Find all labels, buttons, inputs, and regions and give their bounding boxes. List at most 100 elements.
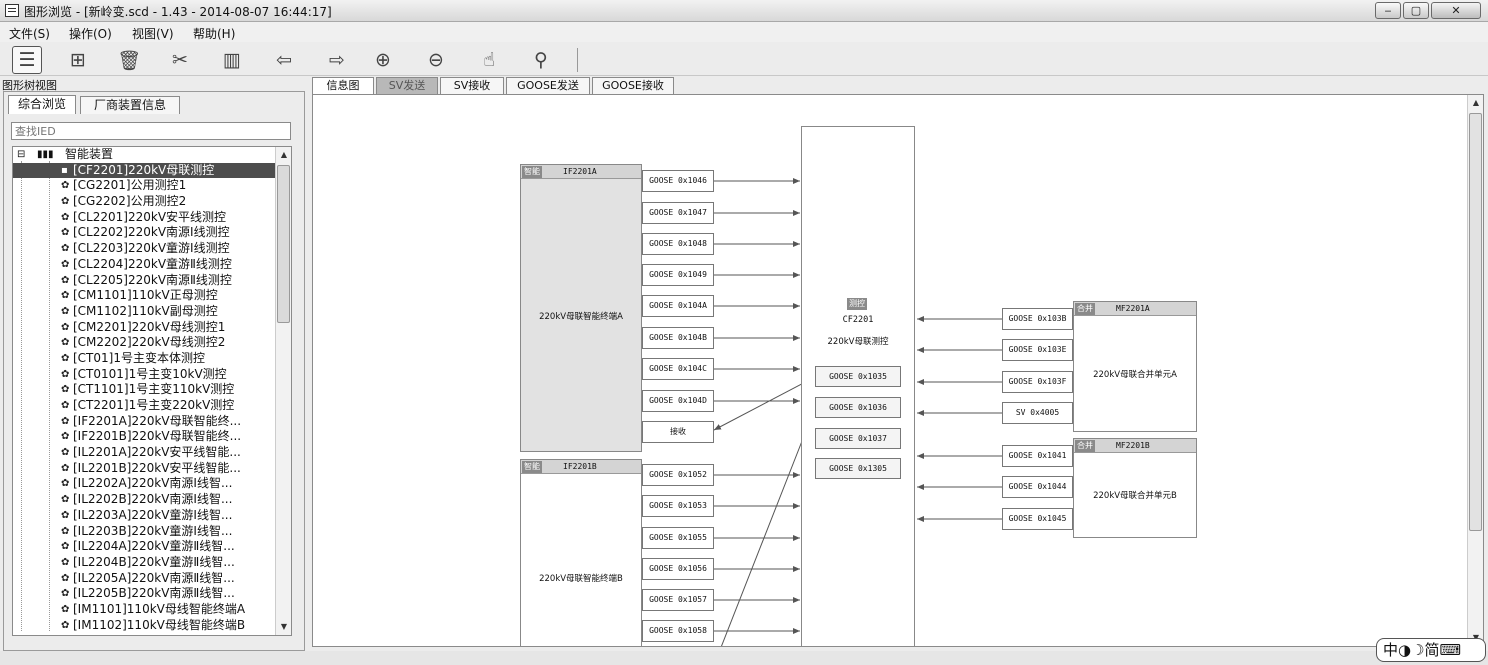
tree-item[interactable]: ✿ [CM1101]110kV正母测控 <box>13 288 291 304</box>
tree-item[interactable]: ✿ [IL2203A]220kV童游Ⅰ线智... <box>13 508 291 524</box>
device-if2201b[interactable]: 智能 IF2201B 220kV母联智能终端B <box>520 459 642 646</box>
tree-scroll-thumb[interactable] <box>277 165 290 323</box>
list-view-button[interactable]: ☰ <box>12 46 42 74</box>
goose-port[interactable]: GOOSE 0x1057 <box>642 589 714 611</box>
tab-goose-receive[interactable]: GOOSE接收 <box>592 77 674 94</box>
tree-item[interactable]: ✿ [IL2205A]220kV南源Ⅱ线智... <box>13 571 291 587</box>
scroll-up-icon[interactable]: ▲ <box>276 147 291 163</box>
device-mf2201a[interactable]: 合并 MF2201A 220kV母联合并单元A <box>1073 301 1197 432</box>
tree-item[interactable]: ✿ [CL2201]220kV安平线测控 <box>13 210 291 226</box>
goose-port[interactable]: GOOSE 0x1041 <box>1002 445 1073 467</box>
delete-button[interactable]: 🗑 <box>114 46 144 74</box>
goose-port[interactable]: GOOSE 0x104C <box>642 358 714 380</box>
sv-port[interactable]: SV 0x4005 <box>1002 402 1073 424</box>
tree-item[interactable]: ✿ [CT01]1号主变本体测控 <box>13 351 291 367</box>
tree-item[interactable]: ✿ [CM2201]220kV母线测控1 <box>13 320 291 336</box>
tree-item[interactable]: ✿ [IL2202A]220kV南源Ⅰ线智... <box>13 476 291 492</box>
device-tree[interactable]: ⊟ ▮▮▮ 智能装置 ▪ [CF2201]220kV母联测控 ✿ [CG2201]公用测控1… <box>12 146 292 636</box>
goose-port[interactable]: GOOSE 0x1046 <box>642 170 714 192</box>
goose-port[interactable]: GOOSE 0x104B <box>642 327 714 349</box>
goose-port[interactable]: GOOSE 0x103E <box>1002 339 1073 361</box>
tree-scrollbar[interactable]: ▲ ▼ <box>275 147 291 635</box>
tree-item[interactable]: ✿ [IM1101]110kV母线智能终端A <box>13 602 291 618</box>
goose-port[interactable]: GOOSE 0x1058 <box>642 620 714 642</box>
tree-item[interactable]: ✿ [CT0101]1号主变10kV测控 <box>13 367 291 383</box>
tree-item[interactable]: ✿ [CL2202]220kV南源Ⅰ线测控 <box>13 225 291 241</box>
canvas-scroll-thumb[interactable] <box>1469 113 1482 531</box>
goose-port[interactable]: GOOSE 0x1045 <box>1002 508 1073 530</box>
unlock-button[interactable]: ⊞ <box>63 46 93 74</box>
scroll-down-icon[interactable]: ▼ <box>276 619 291 635</box>
pan-button[interactable]: ☝ <box>474 46 504 74</box>
search-ied-input[interactable] <box>11 122 291 140</box>
tree-item[interactable]: ✿ [IL2205B]220kV南源Ⅱ线智... <box>13 586 291 602</box>
tab-sv-receive[interactable]: SV接收 <box>440 77 504 94</box>
maximize-button[interactable]: ▢ <box>1403 2 1429 19</box>
back-button[interactable]: ⇦ <box>269 46 299 74</box>
goose-port[interactable]: GOOSE 0x104D <box>642 390 714 412</box>
tree-item[interactable]: ✿ [CM1102]110kV副母测控 <box>13 304 291 320</box>
menu-help[interactable]: 帮助(H) <box>193 25 235 42</box>
goose-port[interactable]: GOOSE 0x1052 <box>642 464 714 486</box>
goose-port[interactable]: GOOSE 0x1048 <box>642 233 714 255</box>
tree-item[interactable]: ✿ [CL2205]220kV南源Ⅱ线测控 <box>13 273 291 289</box>
tree-item[interactable]: ✿ [IL2201B]220kV安平线智能... <box>13 461 291 477</box>
tree-item[interactable]: ✿ [CG2202]公用测控2 <box>13 194 291 210</box>
tab-sv-send[interactable]: SV发送 <box>376 77 438 94</box>
tree-root-smart-devices[interactable]: ⊟ ▮▮▮ 智能装置 <box>13 147 291 163</box>
goose-port[interactable]: GOOSE 0x1044 <box>1002 476 1073 498</box>
device-mf2201b[interactable]: 合并 MF2201B 220kV母联合并单元B <box>1073 438 1197 538</box>
goose-port[interactable]: GOOSE 0x1056 <box>642 558 714 580</box>
tools-button[interactable]: ✂ <box>165 46 195 74</box>
forward-button[interactable]: ⇨ <box>322 46 352 74</box>
zoom-in-button[interactable]: ⊕ <box>368 46 398 74</box>
goose-port[interactable]: GOOSE 0x1037 <box>815 428 901 449</box>
tree-item[interactable]: ✿ [IM1102]110kV母线智能终端B <box>13 618 291 634</box>
tree-item[interactable]: ✿ [IL2204A]220kV童游Ⅱ线智... <box>13 539 291 555</box>
tree-item[interactable]: ✿ [IL2203B]220kV童游Ⅰ线智... <box>13 524 291 540</box>
columns-button[interactable]: ▥ <box>217 46 247 74</box>
close-button[interactable]: ✕ <box>1431 2 1481 19</box>
menu-view[interactable]: 视图(V) <box>132 25 174 42</box>
canvas-scrollbar[interactable]: ▲ ▼ <box>1467 95 1483 646</box>
tree-item[interactable]: ✿ [CL2204]220kV童游Ⅱ线测控 <box>13 257 291 273</box>
tree-item[interactable]: ✿ [IL2204B]220kV童游Ⅱ线智... <box>13 555 291 571</box>
receive-port[interactable]: 接收 <box>642 421 714 443</box>
tree-item[interactable]: ✿ [IF2201A]220kV母联智能终... <box>13 414 291 430</box>
hand-pan-icon: ☝ <box>483 49 495 71</box>
goose-port[interactable]: GOOSE 0x103F <box>1002 371 1073 393</box>
goose-port[interactable]: GOOSE 0x1047 <box>642 202 714 224</box>
tree-item[interactable]: ✿ [CT1101]1号主变110kV测控 <box>13 382 291 398</box>
goose-port[interactable]: GOOSE 0x103B <box>1002 308 1073 330</box>
tree-item[interactable]: ✿ [IL2202B]220kV南源Ⅰ线智... <box>13 492 291 508</box>
goose-port[interactable]: GOOSE 0x1053 <box>642 495 714 517</box>
tab-overview[interactable]: 综合浏览 <box>8 95 76 114</box>
diagram-canvas[interactable]: 智能 IF2201A 220kV母联智能终端A 智能 IF2201B 220kV… <box>312 94 1484 647</box>
goose-port[interactable]: GOOSE 0x1055 <box>642 527 714 549</box>
tab-info-diagram[interactable]: 信息图 <box>312 77 374 94</box>
tree-item[interactable]: ▪ [CF2201]220kV母联测控 <box>13 162 291 179</box>
tab-vendor-info[interactable]: 厂商装置信息 <box>80 96 180 114</box>
device-if2201a[interactable]: 智能 IF2201A 220kV母联智能终端A <box>520 164 642 452</box>
goose-port[interactable]: GOOSE 0x104A <box>642 295 714 317</box>
menu-operate[interactable]: 操作(O) <box>69 25 112 42</box>
tree-item[interactable]: ✿ [IF2201B]220kV母联智能终... <box>13 429 291 445</box>
collapse-icon[interactable]: ⊟ <box>17 147 25 163</box>
goose-port[interactable]: GOOSE 0x1305 <box>815 458 901 479</box>
tree-item[interactable]: ✿ [CL2203]220kV童游Ⅰ线测控 <box>13 241 291 257</box>
tree-item[interactable]: ✿ [CG2201]公用测控1 <box>13 178 291 194</box>
ime-indicator[interactable]: 中◑☽简⌨ <box>1376 638 1486 662</box>
menu-file[interactable]: 文件(S) <box>9 25 50 42</box>
minimize-button[interactable]: ‒ <box>1375 2 1401 19</box>
tab-goose-send[interactable]: GOOSE发送 <box>506 77 590 94</box>
goose-port[interactable]: GOOSE 0x1049 <box>642 264 714 286</box>
tree-item[interactable]: ✿ [CM2202]220kV母线测控2 <box>13 335 291 351</box>
goose-port[interactable]: GOOSE 0x1035 <box>815 366 901 387</box>
tree-item[interactable]: ✿ [IL2201A]220kV安平线智能... <box>13 445 291 461</box>
tree-item[interactable]: ✿ [CT2201]1号主变220kV测控 <box>13 398 291 414</box>
locate-button[interactable]: ⚲ <box>526 46 556 74</box>
goose-port[interactable]: GOOSE 0x1036 <box>815 397 901 418</box>
scroll-up-icon[interactable]: ▲ <box>1468 95 1483 111</box>
zoom-out-button[interactable]: ⊖ <box>421 46 451 74</box>
tree-item-label: [IM1102]110kV母线智能终端B <box>73 617 246 632</box>
